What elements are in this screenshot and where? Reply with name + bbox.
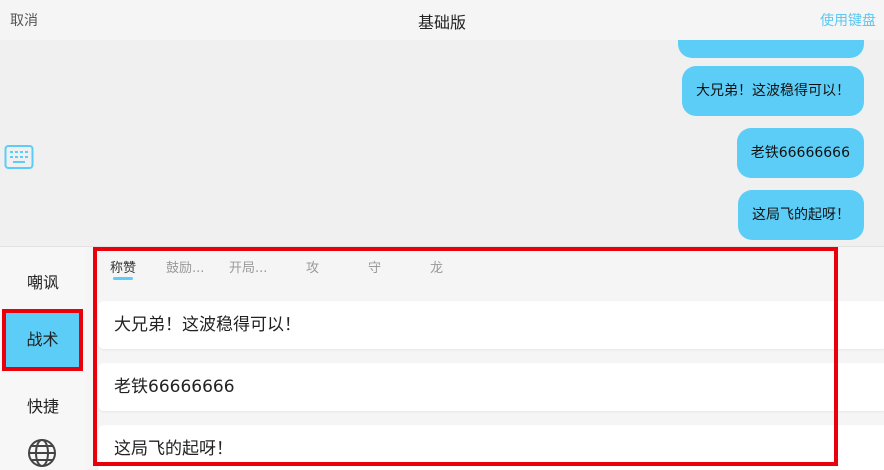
sidebar-item-tactics[interactable]: 战术 [2,309,83,371]
phrase-item[interactable]: 老铁66666666 [98,363,884,411]
chat-bubble: 这局飞的起呀！ [738,190,864,240]
tab-dragon[interactable]: 龙 [430,257,443,276]
category-sidebar: 嘲讽 战术 快捷 [0,247,86,470]
sidebar-item-quick[interactable]: 快捷 [0,393,86,417]
tab-praise[interactable]: 称赞 [110,257,136,276]
keyboard-icon[interactable] [4,144,34,170]
chat-history: 大兄弟！这波稳得可以！ 老铁66666666 这局飞的起呀！ [0,40,884,246]
tab-defend[interactable]: 守 [368,257,381,276]
active-tab-indicator [113,277,133,280]
phrase-panel: 称赞 鼓励... 开局... 攻 守 龙 大兄弟！这波稳得可以！ 老铁66666… [86,247,884,470]
use-keyboard-button[interactable]: 使用键盘 [820,10,876,30]
phrase-tabs: 称赞 鼓励... 开局... 攻 守 龙 [86,247,884,287]
chat-bubble: 老铁66666666 [736,128,864,178]
phrase-picker: 嘲讽 战术 快捷 称赞 鼓励... 开局... 攻 守 龙 大兄弟！这波稳得可以… [0,246,884,470]
sidebar-item-taunt[interactable]: 嘲讽 [0,269,86,293]
phrase-item[interactable]: 大兄弟！这波稳得可以！ [98,301,884,349]
tab-encourage[interactable]: 鼓励... [166,257,204,276]
page-title: 基础版 [417,13,466,32]
phrase-item[interactable]: 这局飞的起呀！ [98,425,884,470]
globe-icon[interactable] [26,437,58,469]
chat-bubble-partial [678,40,864,58]
tab-attack[interactable]: 攻 [306,257,319,276]
tab-opening[interactable]: 开局... [229,257,267,276]
chat-bubble: 大兄弟！这波稳得可以！ [682,66,864,116]
top-bar: 取消 基础版 使用键盘 [0,0,884,40]
